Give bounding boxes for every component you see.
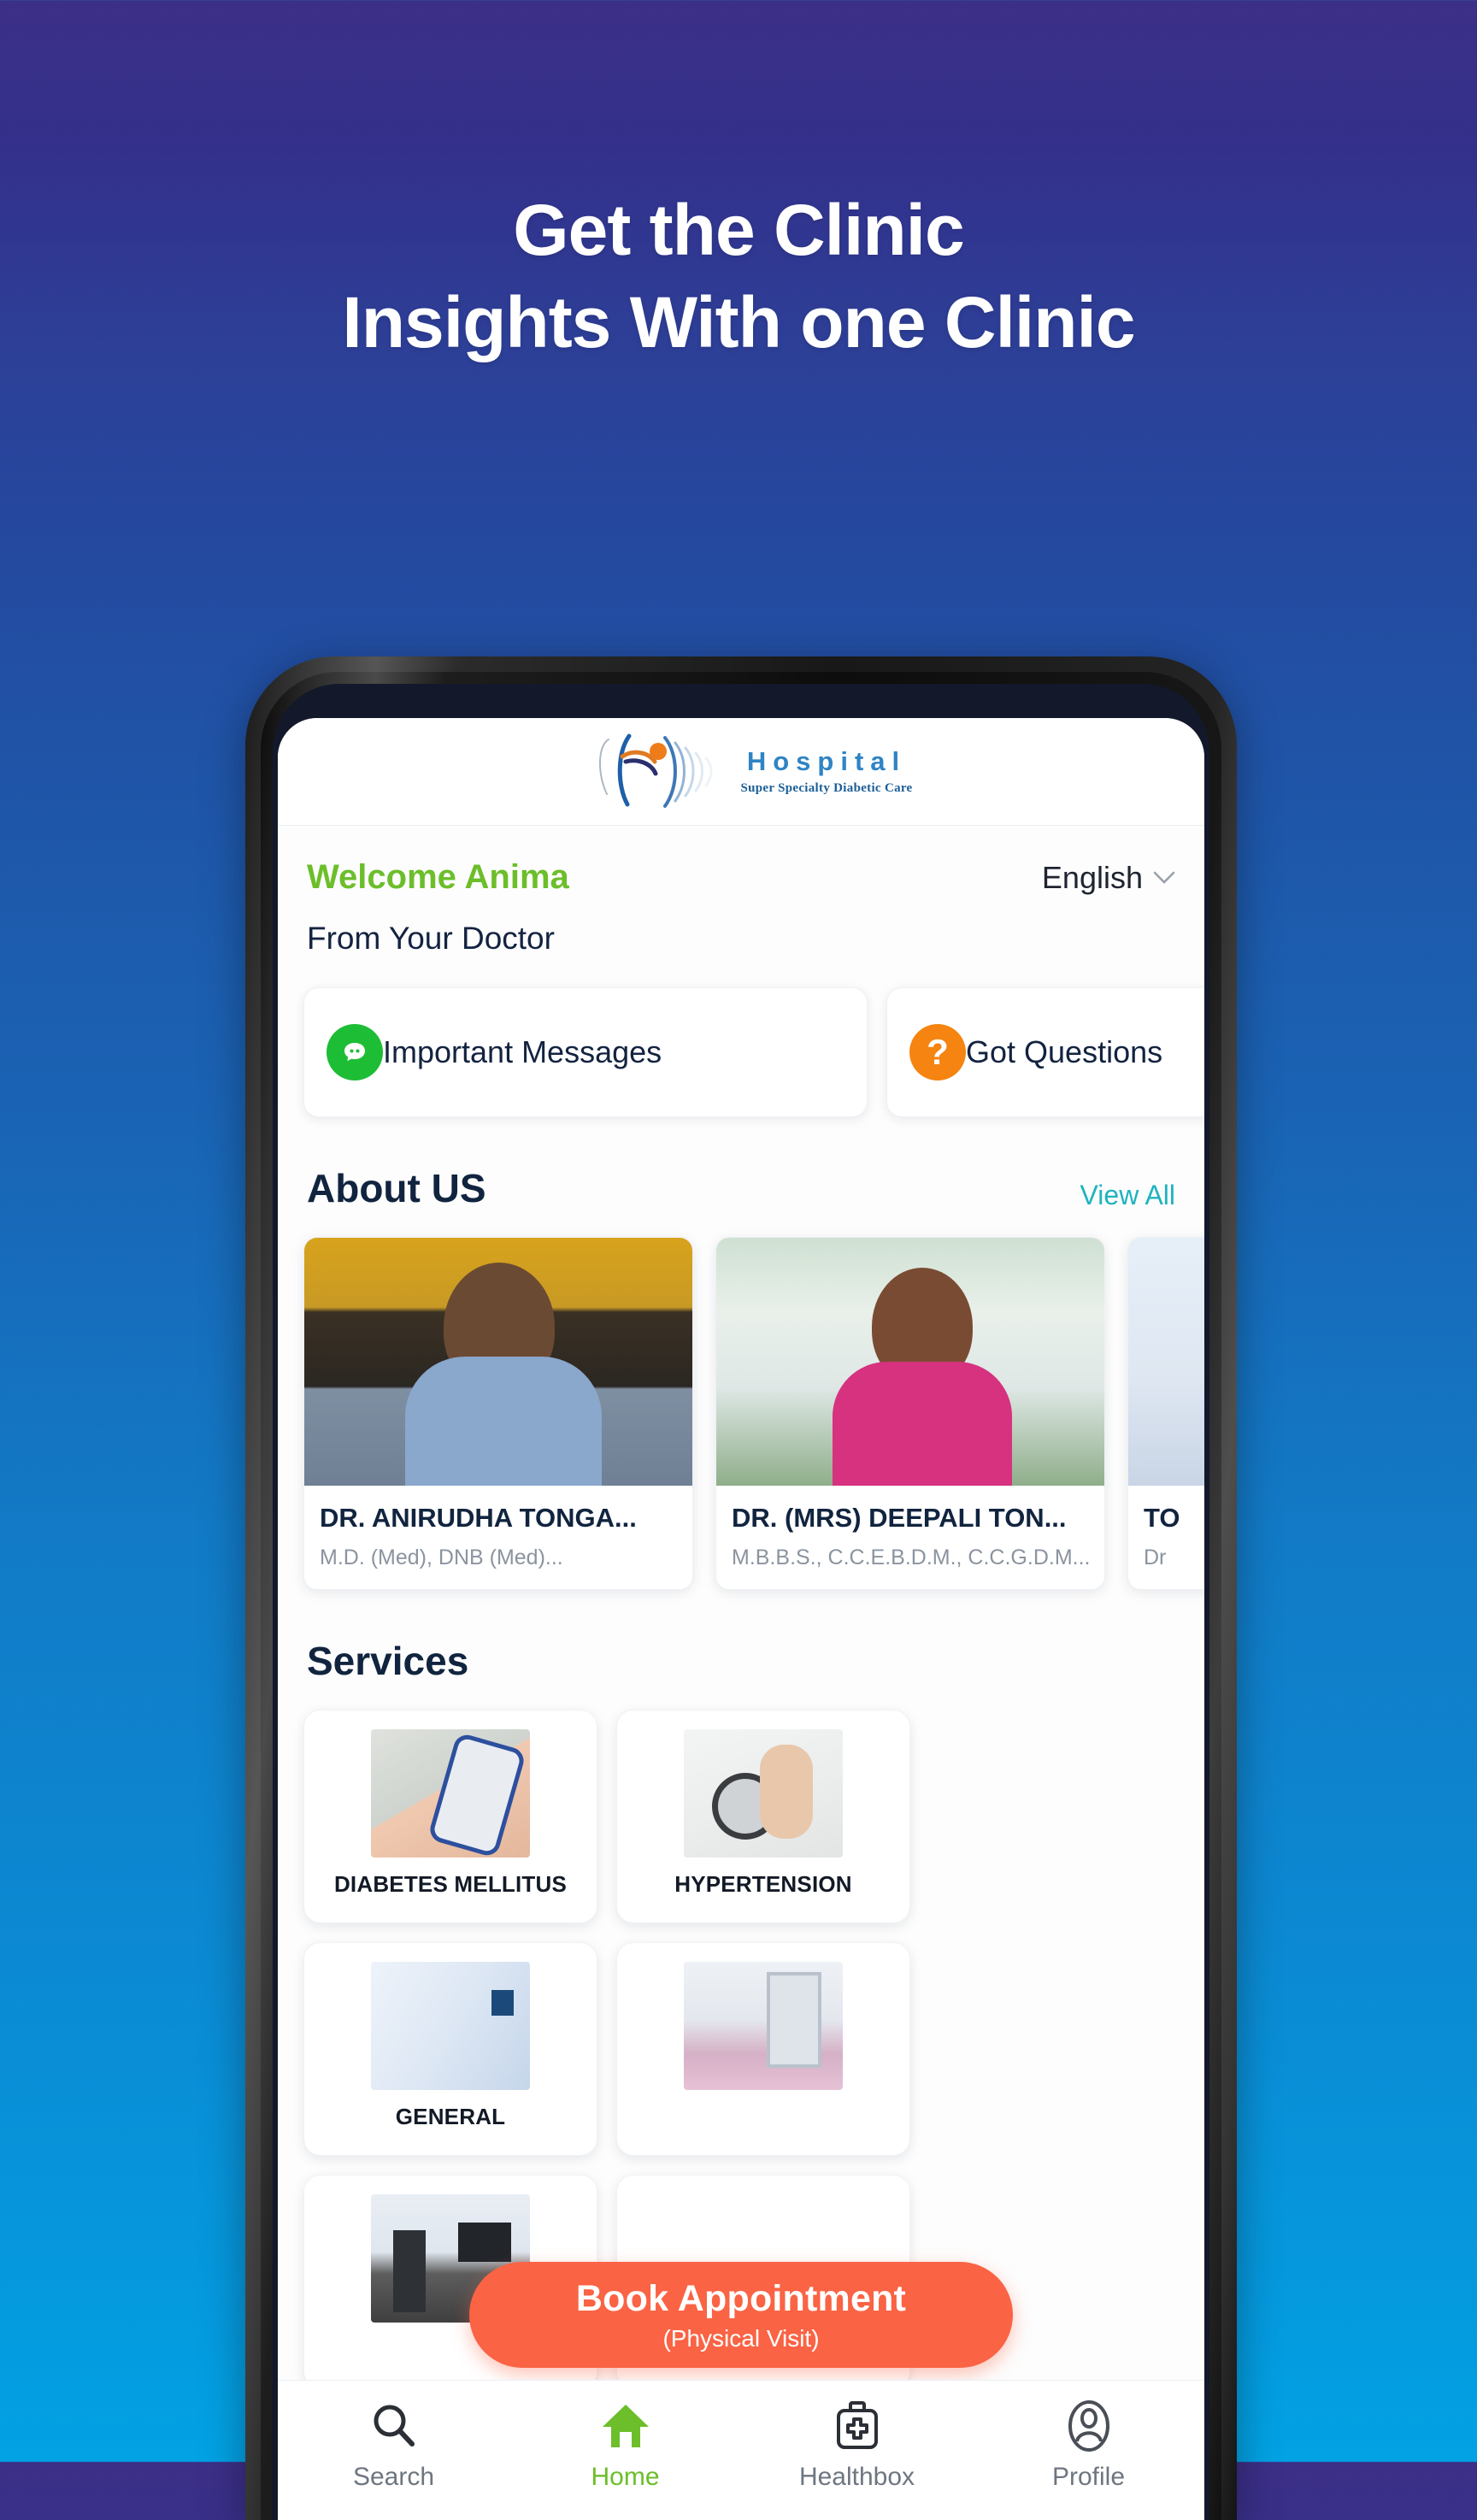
blood-pressure-photo xyxy=(684,1729,843,1858)
book-appointment-subtitle: (Physical Visit) xyxy=(662,2324,820,2352)
service-label: HYPERTENSION xyxy=(674,1871,852,1897)
home-icon xyxy=(602,2405,649,2447)
nav-item-home[interactable]: Home xyxy=(536,2399,715,2492)
person-icon xyxy=(1068,2400,1109,2452)
welcome-greeting: Welcome Anima xyxy=(307,858,569,896)
services-title: Services xyxy=(307,1639,469,1683)
doctor-info: DR. ANIRUDHA TONGA... M.D. (Med), DNB (M… xyxy=(304,1486,692,1589)
nav-item-search[interactable]: Search xyxy=(304,2399,484,2492)
service-label: DIABETES MELLITUS xyxy=(333,1871,568,1897)
app-header: Hospital Super Specialty Diabetic Care xyxy=(278,718,1204,826)
doctor-name: TO xyxy=(1144,1503,1180,1533)
chevron-down-icon xyxy=(1153,871,1175,884)
service-label: GENERAL xyxy=(395,2104,506,2129)
phone-bezel: Hospital Super Specialty Diabetic Care W… xyxy=(273,684,1209,2520)
phone-frame-inner: Hospital Super Specialty Diabetic Care W… xyxy=(261,672,1221,2520)
about-us-header: About US View All xyxy=(302,1117,1180,1211)
doctor-qualification: Dr xyxy=(1144,1546,1167,1569)
search-icon xyxy=(374,2405,415,2446)
headline-line-1: Get the Clinic xyxy=(513,190,964,270)
logo-subtitle: Super Specialty Diabetic Care xyxy=(740,781,913,795)
nav-label-search: Search xyxy=(352,2463,435,2491)
doctor-photo xyxy=(304,1238,692,1486)
important-messages-card[interactable]: Important Messages xyxy=(303,987,868,1117)
doctor-qualification: M.B.B.S., C.C.E.B.D.M., C.C.G.D.M.... xyxy=(732,1546,1089,1569)
question-mark-icon: ? xyxy=(909,1024,966,1080)
phone-mockup: Hospital Super Specialty Diabetic Care W… xyxy=(245,656,1237,2520)
got-questions-card[interactable]: ? Got Questions xyxy=(886,987,1204,1117)
doctor-qualification: M.D. (Med), DNB (Med)... xyxy=(320,1546,563,1569)
service-tile-diabetes[interactable]: DIABETES MELLITUS xyxy=(303,1710,597,1923)
welcome-row: Welcome Anima English xyxy=(302,826,1180,897)
bottom-navigation-bar: Search Home Healthbox Profile xyxy=(278,2380,1204,2520)
language-label: English xyxy=(1041,859,1143,895)
doctor-name: DR. (MRS) DEEPALI TON... xyxy=(732,1503,1067,1533)
doctor-card[interactable]: DR. (MRS) DEEPALI TON... M.B.B.S., C.C.E… xyxy=(715,1237,1105,1590)
from-your-doctor-title: From Your Doctor xyxy=(307,921,555,956)
book-appointment-button[interactable]: Book Appointment (Physical Visit) xyxy=(469,2262,1013,2368)
doctor-message-cards: Important Messages ? Got Questions xyxy=(302,987,1204,1117)
doctor-card[interactable]: DR. ANIRUDHA TONGA... M.D. (Med), DNB (M… xyxy=(303,1237,693,1590)
nav-label-home: Home xyxy=(591,2463,660,2491)
important-messages-label: Important Messages xyxy=(383,1034,662,1069)
app-screen: Hospital Super Specialty Diabetic Care W… xyxy=(278,718,1204,2520)
hospital-logo-text: Hospital Super Specialty Diabetic Care xyxy=(740,748,912,795)
book-appointment-title: Book Appointment xyxy=(575,2277,907,2319)
doctor-info: TO Dr xyxy=(1128,1486,1204,1589)
glucometer-photo xyxy=(371,1729,530,1858)
nav-item-profile[interactable]: Profile xyxy=(999,2399,1179,2492)
language-selector[interactable]: English xyxy=(1042,860,1175,896)
question-glyph: ? xyxy=(927,1032,949,1072)
medical-icons-photo xyxy=(371,1962,530,2090)
doctor-photo xyxy=(716,1238,1104,1486)
nav-label-profile: Profile xyxy=(1051,2463,1126,2491)
service-tile-hypertension[interactable]: HYPERTENSION xyxy=(616,1710,910,1923)
xray-room-photo xyxy=(684,1962,843,2090)
medical-kit-icon xyxy=(836,2401,878,2449)
about-us-view-all-link[interactable]: View All xyxy=(1080,1180,1175,1211)
nav-label-healthbox: Healthbox xyxy=(798,2463,915,2491)
doctor-photo xyxy=(1128,1238,1204,1486)
doctor-cards-carousel[interactable]: DR. ANIRUDHA TONGA... M.D. (Med), DNB (M… xyxy=(302,1237,1204,1590)
service-tile-general[interactable]: GENERAL xyxy=(303,1942,597,2156)
headline-line-2: Insights With one Clinic xyxy=(342,281,1135,362)
service-tile-4[interactable] xyxy=(616,1942,910,2156)
hospital-logo-icon xyxy=(569,733,732,811)
doctor-card[interactable]: TO Dr xyxy=(1127,1237,1204,1590)
nav-item-healthbox[interactable]: Healthbox xyxy=(768,2399,947,2492)
services-header: Services xyxy=(302,1590,1180,1684)
chat-bubble-icon xyxy=(327,1024,383,1080)
logo-title: Hospital xyxy=(746,746,907,776)
got-questions-label: Got Questions xyxy=(966,1034,1163,1069)
doctor-name: DR. ANIRUDHA TONGA... xyxy=(320,1503,637,1533)
doctor-info: DR. (MRS) DEEPALI TON... M.B.B.S., C.C.E… xyxy=(716,1486,1104,1589)
promo-headline: Get the Clinic Insights With one Clinic xyxy=(0,185,1477,368)
about-us-title: About US xyxy=(307,1166,486,1210)
